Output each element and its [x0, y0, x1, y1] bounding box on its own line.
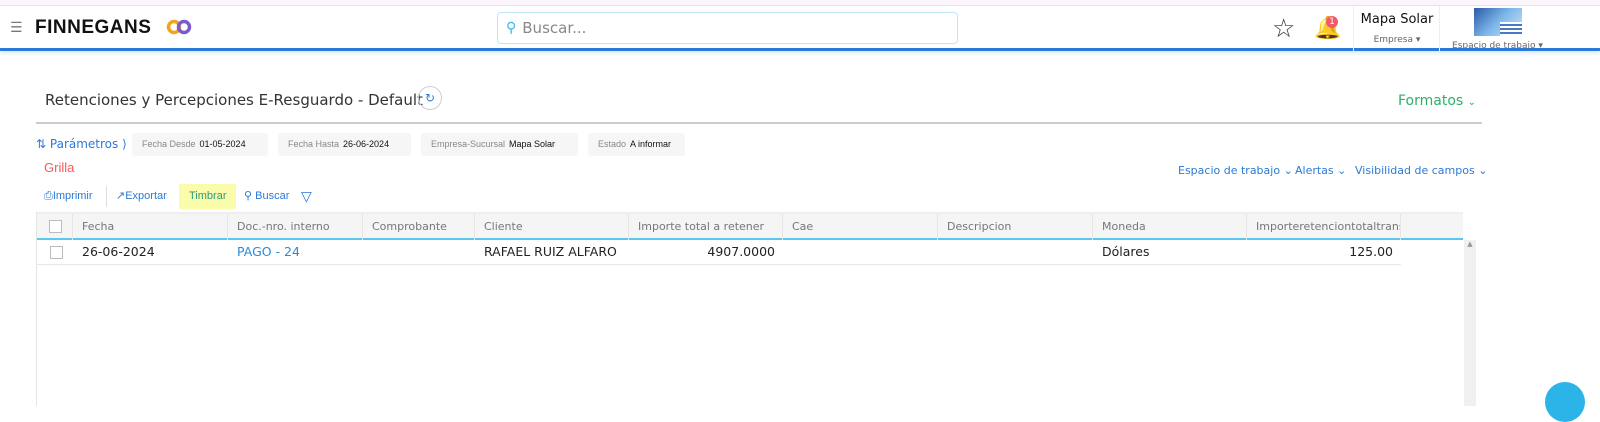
- cell-importe-retencion: 125.00: [1349, 244, 1393, 259]
- visibilidad-campos-link[interactable]: Visibilidad de campos ⌄: [1355, 164, 1487, 177]
- company-label: Empresa: [1373, 35, 1413, 45]
- workspace-link[interactable]: Espacio de trabajo ⌄: [1178, 164, 1293, 177]
- section-title: Grilla: [44, 160, 75, 175]
- chevron-down-icon: ▾: [1538, 41, 1543, 51]
- filter-fecha-hasta[interactable]: Fecha Hasta 26-06-2024: [278, 133, 411, 156]
- data-grid: Fecha Doc.-nro. interno Comprobante Clie…: [36, 212, 1476, 406]
- print-label: Imprimir: [52, 190, 93, 202]
- brand-logo[interactable]: FINNEGANS: [35, 17, 151, 39]
- search-icon: ⚲: [244, 190, 253, 202]
- page-title: Retenciones y Percepciones E-Resguardo -…: [45, 91, 423, 109]
- cell-moneda: Dólares: [1102, 244, 1150, 259]
- cell-descripcion: [938, 240, 947, 264]
- workspace-label: Espacio de trabajo: [1452, 41, 1536, 51]
- parametros-toggle[interactable]: ⇅ Parámetros ⟩: [36, 137, 127, 151]
- external-link-icon: ↗: [116, 190, 126, 202]
- link-label: Visibilidad de campos: [1355, 164, 1475, 177]
- help-chat-button[interactable]: [1545, 382, 1585, 422]
- cell-importe: 4907.0000: [707, 244, 775, 259]
- filter-fecha-desde[interactable]: Fecha Desde 01-05-2024: [132, 133, 268, 156]
- export-label: Exportar: [125, 190, 167, 202]
- app-header: ☰ FINNEGANS ⚲ Buscar... ☆ 🔔 1 Mapa Solar …: [0, 6, 1600, 51]
- filter-empresa-sucursal[interactable]: Empresa-Sucursal Mapa Solar: [421, 133, 578, 156]
- link-label: Alertas: [1295, 164, 1334, 177]
- search-placeholder: Buscar...: [522, 19, 587, 37]
- filter-value: Mapa Solar: [509, 139, 556, 149]
- table-header: Fecha Doc.-nro. interno Comprobante Clie…: [37, 212, 1463, 240]
- chevron-down-icon: ⌄: [1478, 164, 1488, 177]
- chevron-down-icon: ⌄: [1283, 164, 1293, 177]
- vertical-scrollbar[interactable]: ▲: [1464, 240, 1476, 406]
- column-header[interactable]: Comprobante: [363, 214, 475, 240]
- workspace-selector[interactable]: Espacio de trabajo ▾: [1440, 6, 1555, 51]
- filter-value: 26-06-2024: [343, 139, 390, 149]
- column-header[interactable]: Importe total a retener: [629, 214, 783, 240]
- cell-cae: [783, 240, 792, 264]
- refresh-button[interactable]: ↻: [418, 86, 442, 110]
- search-label: Buscar: [255, 190, 290, 202]
- sliders-icon: ⇅: [36, 137, 47, 151]
- filter-key: Estado: [598, 139, 627, 149]
- column-header[interactable]: Cliente: [475, 214, 629, 240]
- link-label: Espacio de trabajo: [1178, 164, 1281, 177]
- filter-key: Empresa-Sucursal: [431, 139, 506, 149]
- cell-fecha: 26-06-2024: [82, 244, 155, 259]
- timbrar-button[interactable]: Timbrar: [179, 184, 237, 209]
- filter-estado[interactable]: Estado A informar: [588, 133, 685, 156]
- uruguay-flag-icon: [1499, 22, 1522, 36]
- formatos-dropdown[interactable]: Formatos ⌄: [1398, 93, 1476, 109]
- column-header[interactable]: Moneda: [1093, 214, 1247, 240]
- favorites-star-icon[interactable]: ☆: [1272, 14, 1295, 44]
- parametros-label: Parámetros: [49, 137, 119, 151]
- export-button[interactable]: ↗Exportar: [116, 184, 167, 209]
- cell-comprobante: [363, 240, 372, 264]
- cell-cliente: RAFAEL RUIZ ALFARO: [484, 244, 617, 259]
- column-header[interactable]: Doc.-nro. interno: [228, 214, 363, 240]
- column-header[interactable]: Cae: [783, 214, 938, 240]
- search-input[interactable]: ⚲ Buscar...: [497, 12, 958, 44]
- printer-icon: ⎙: [44, 190, 53, 202]
- chevron-down-icon: ▾: [1415, 35, 1421, 45]
- print-button[interactable]: ⎙Imprimir: [44, 184, 93, 209]
- search-icon: ⚲: [506, 20, 517, 36]
- company-selector[interactable]: Mapa Solar Empresa ▾: [1354, 12, 1440, 45]
- row-checkbox[interactable]: [50, 246, 63, 259]
- company-name: Mapa Solar: [1360, 12, 1434, 27]
- alertas-link[interactable]: Alertas ⌄: [1295, 164, 1346, 177]
- column-header[interactable]: Fecha: [73, 214, 228, 240]
- menu-icon[interactable]: ☰: [10, 20, 23, 36]
- column-header[interactable]: Importeretenciontotaltransac: [1247, 214, 1401, 240]
- filter-value: A informar: [630, 139, 672, 149]
- refresh-icon: ↻: [424, 91, 436, 105]
- chevron-down-icon: ⌄: [1467, 97, 1477, 108]
- divider: [36, 122, 1482, 124]
- select-all-checkbox[interactable]: [49, 220, 62, 233]
- select-all-cell: [37, 214, 73, 240]
- logo-infinity-icon: [166, 19, 192, 35]
- divider: [106, 186, 107, 207]
- filter-value: 01-05-2024: [199, 139, 246, 149]
- filter-key: Fecha Hasta: [288, 139, 340, 149]
- table-row[interactable]: 26-06-2024 PAGO - 24 RAFAEL RUIZ ALFARO …: [37, 240, 1401, 265]
- chevron-right-icon: ⟩: [122, 137, 127, 151]
- workspace-image: [1473, 8, 1522, 36]
- cell-doc-link[interactable]: PAGO - 24: [228, 240, 300, 264]
- filter-icon[interactable]: ▽: [301, 184, 312, 209]
- notification-badge: 1: [1326, 16, 1338, 28]
- search-button[interactable]: ⚲ Buscar: [244, 184, 289, 209]
- formatos-label: Formatos: [1398, 93, 1464, 109]
- column-header[interactable]: Descripcion: [938, 214, 1093, 240]
- filter-key: Fecha Desde: [142, 139, 196, 149]
- chevron-down-icon: ⌄: [1337, 164, 1347, 177]
- scroll-up-icon[interactable]: ▲: [1467, 240, 1472, 248]
